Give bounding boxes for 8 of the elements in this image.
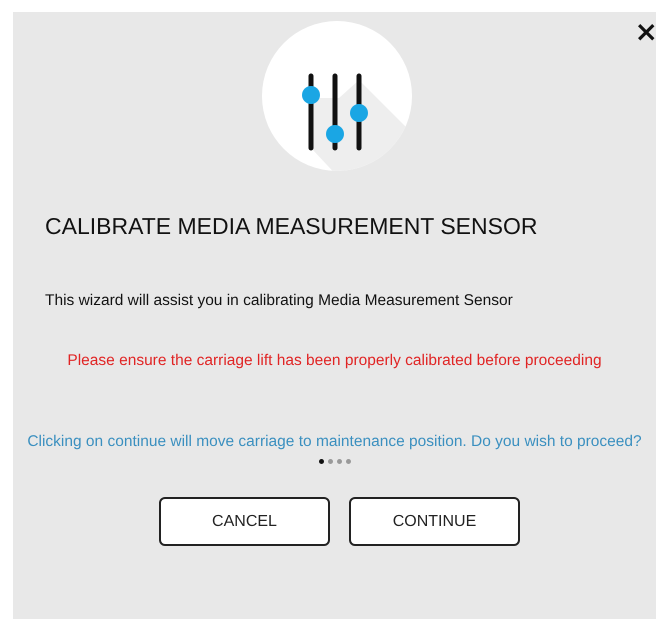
sliders-icon	[260, 20, 412, 172]
dialog-button[interactable]: CANCEL	[159, 497, 330, 546]
dialog-button[interactable]: CONTINUE	[349, 497, 520, 546]
close-button[interactable]: ×	[634, 18, 656, 46]
warning-text: Please ensure the carriage lift has been properly calibrated before proceeding	[66, 351, 603, 371]
dialog-title: CALIBRATE MEDIA MEASUREMENT SENSOR	[45, 213, 538, 240]
intro-text: This wizard will assist you in calibrating Media Measurement Sensor	[45, 292, 513, 310]
prompt-text: Clicking on continue will move carriage to maintenance position. Do you wish to proceed?	[26, 432, 643, 452]
